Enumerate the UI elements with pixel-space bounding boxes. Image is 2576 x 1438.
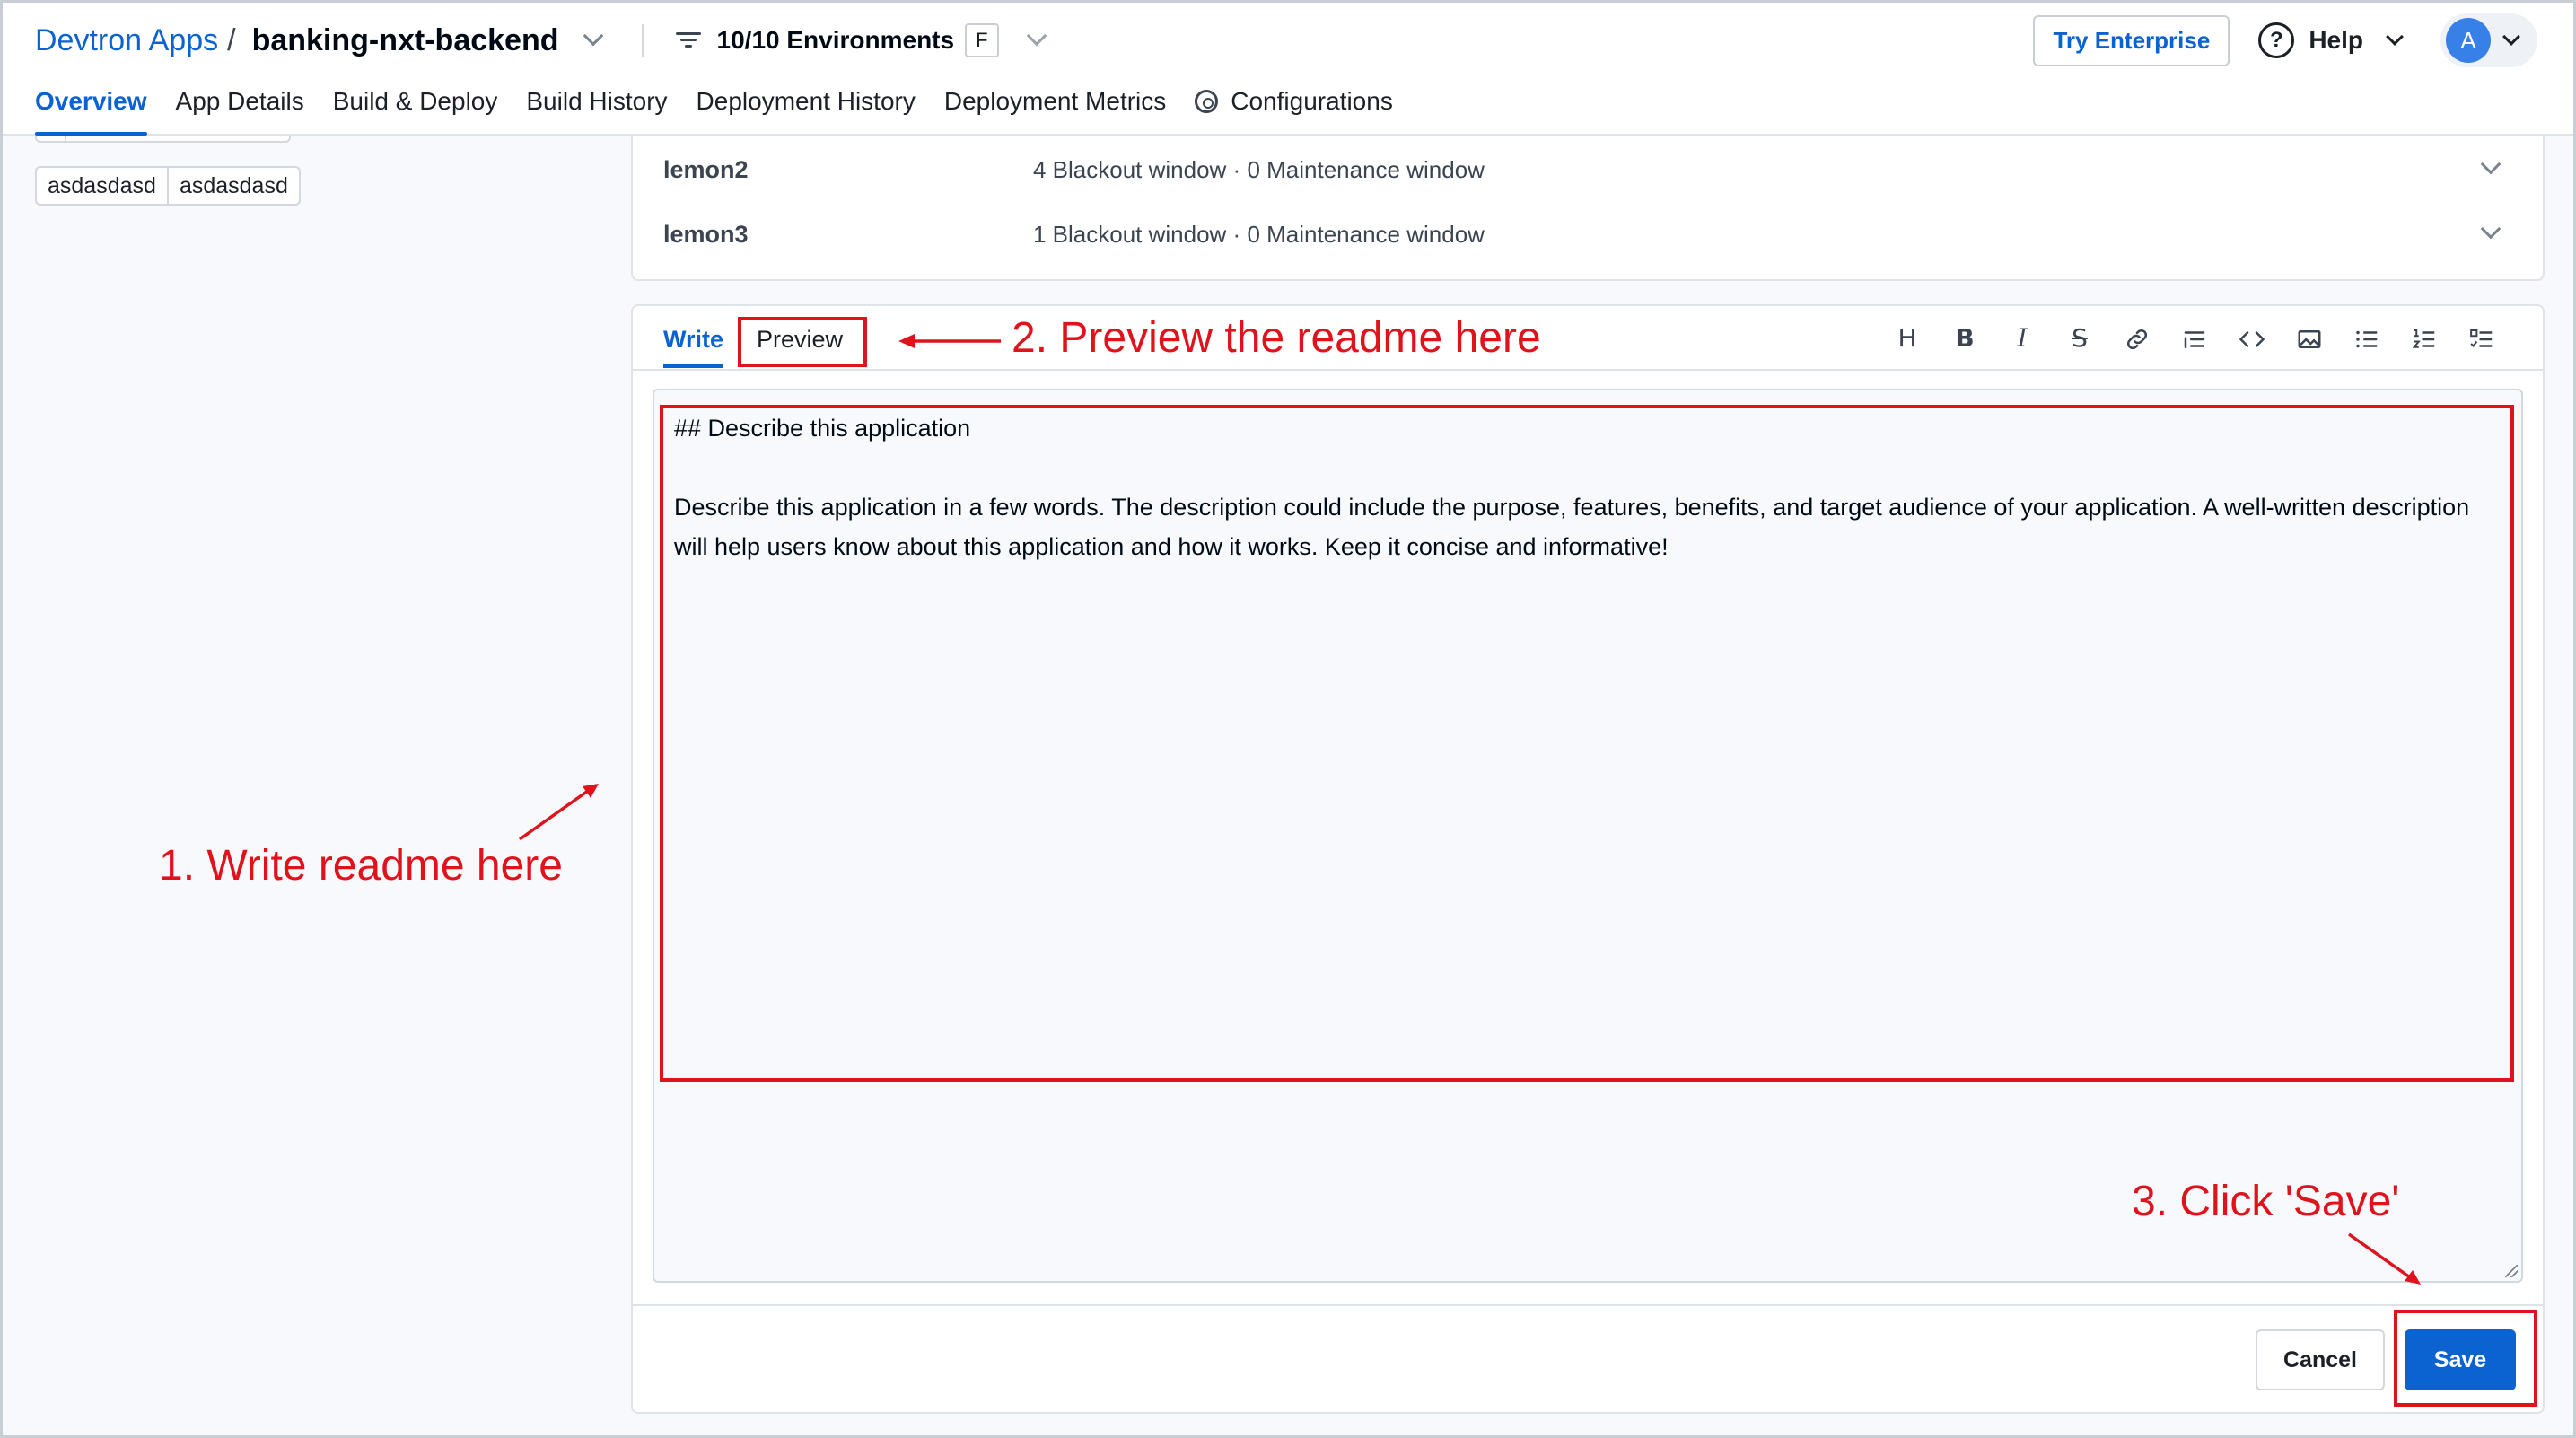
strikethrough-icon[interactable]: S <box>2051 322 2108 355</box>
tab-deployment-history[interactable]: Deployment History <box>697 80 916 136</box>
deployment-window-row[interactable]: lemon3 1 Blackout window · 0 Maintenance… <box>663 216 2507 252</box>
checklist-icon[interactable] <box>2453 322 2510 355</box>
chevron-down-icon[interactable] <box>2480 218 2502 240</box>
annotation-step2: 2. Preview the readme here <box>1012 314 1541 362</box>
code-icon[interactable] <box>2223 322 2281 355</box>
try-enterprise-button[interactable]: Try Enterprise <box>2033 14 2230 66</box>
deployment-window-row[interactable]: lemon2 4 Blackout window · 0 Maintenance… <box>663 152 2507 188</box>
breadcrumb-devtron-apps[interactable]: Devtron Apps <box>35 23 218 58</box>
tag-value: asdasdasd <box>168 166 301 206</box>
header-divider <box>641 24 644 57</box>
numbered-list-icon[interactable] <box>2396 322 2453 355</box>
env-name: lemon3 <box>663 220 749 248</box>
tab-overview[interactable]: Overview <box>35 80 147 136</box>
save-button[interactable]: Save <box>2405 1329 2516 1390</box>
heading-icon[interactable]: H <box>1879 322 1936 355</box>
help-icon: ? <box>2258 22 2295 58</box>
header-actions: Try Enterprise ? Help A <box>2033 13 2537 67</box>
env-name: lemon2 <box>663 155 749 183</box>
tab-configurations[interactable]: Configurations <box>1195 80 1393 136</box>
annotation-step1: 1. Write readme here <box>159 842 563 890</box>
readme-editor-card: Write Preview H B I S ## Describe this a… <box>631 304 2545 1414</box>
chevron-down-icon[interactable] <box>1026 25 1047 47</box>
resize-handle-icon[interactable] <box>2505 1265 2518 1277</box>
tab-app-details[interactable]: App Details <box>176 80 304 136</box>
bullet-list-icon[interactable] <box>2338 322 2396 355</box>
link-icon[interactable] <box>2108 322 2166 355</box>
help-menu[interactable]: ? Help <box>2258 22 2404 58</box>
tag-chip: asdasdasd asdasdasd <box>35 166 301 206</box>
tag-key: asdasdasd <box>35 166 169 206</box>
app-tabs: Overview App Details Build & Deploy Buil… <box>35 80 1422 136</box>
environment-filter[interactable]: 10/10 Environments <box>717 26 955 55</box>
cancel-button[interactable]: Cancel <box>2256 1329 2385 1390</box>
tab-configurations-label: Configurations <box>1231 87 1393 115</box>
deployment-windows-card: lemon2 4 Blackout window · 0 Maintenance… <box>631 136 2545 281</box>
chevron-down-icon <box>2502 28 2520 46</box>
quote-icon[interactable] <box>2166 322 2223 355</box>
window-summary: 1 Blackout window · 0 Maintenance window <box>1033 220 1485 248</box>
chevron-down-icon[interactable] <box>583 25 603 47</box>
help-label: Help <box>2309 26 2363 54</box>
readme-footer: Cancel Save <box>633 1304 2543 1412</box>
window-summary: 4 Blackout window · 0 Maintenance window <box>1033 155 1485 183</box>
avatar: A <box>2446 18 2491 63</box>
keyboard-shortcut-badge: F <box>965 23 999 57</box>
chevron-down-icon[interactable] <box>2480 153 2502 175</box>
italic-icon[interactable]: I <box>1993 322 2051 355</box>
annotation-step3: 3. Click 'Save' <box>2132 1178 2400 1225</box>
image-icon[interactable] <box>2281 322 2338 355</box>
chevron-down-icon <box>2386 28 2404 46</box>
tab-build-deploy[interactable]: Build & Deploy <box>333 80 498 136</box>
filter-icon[interactable] <box>675 31 701 50</box>
markdown-toolbar: H B I S <box>1879 322 2510 355</box>
tab-preview[interactable]: Preview <box>740 320 859 359</box>
tab-deployment-metrics[interactable]: Deployment Metrics <box>944 80 1166 136</box>
readme-content[interactable]: ## Describe this application Describe th… <box>674 408 2503 566</box>
bold-icon[interactable]: B <box>1936 322 1993 355</box>
readme-textarea[interactable]: ## Describe this application Describe th… <box>653 389 2523 1283</box>
readme-tabs: Write Preview H B I S <box>633 306 2543 371</box>
gear-icon <box>1195 90 1219 113</box>
app-name: banking-nxt-backend <box>251 22 559 57</box>
app-header: Devtron Apps / banking-nxt-backend 10/10… <box>3 3 2573 136</box>
app-window: asdasdasd asdasdasd lemon2 4 Blackout wi… <box>0 0 2576 1438</box>
tab-write[interactable]: Write <box>663 326 724 368</box>
user-menu[interactable]: A <box>2440 13 2537 67</box>
breadcrumb-separator: / <box>227 22 236 57</box>
tab-build-history[interactable]: Build History <box>526 80 667 136</box>
